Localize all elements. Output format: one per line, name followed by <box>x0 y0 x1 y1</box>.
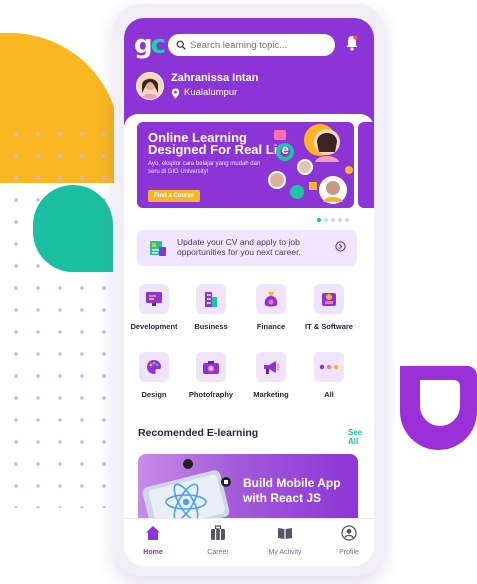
recommended-section-title: Recomended E-learning <box>138 427 259 439</box>
nav-profile[interactable]: Profile <box>324 525 374 556</box>
arrow-right-circle-icon[interactable] <box>335 241 346 252</box>
category-photography[interactable]: Photofraphy <box>181 352 241 399</box>
nav-label: Home <box>143 549 163 556</box>
user-location: Kualalumpur <box>184 87 238 98</box>
user-name: Zahranissa Intan <box>171 72 259 84</box>
search-input[interactable] <box>190 39 320 51</box>
course-title: Build Mobile App with React JS <box>243 476 341 505</box>
carousel-dot[interactable] <box>317 218 321 222</box>
carousel-dot[interactable] <box>338 218 342 222</box>
more-dots-icon <box>314 352 344 382</box>
category-label: Photofraphy <box>188 390 234 399</box>
header: gc Zahranis <box>124 18 374 128</box>
cv-update-card[interactable]: Update your CV and apply to job opportun… <box>137 230 357 266</box>
promo-banner[interactable]: Online Learning Designed For Real Life A… <box>137 122 354 208</box>
cv-document-icon <box>150 241 166 256</box>
money-bag-icon <box>256 284 286 314</box>
bottom-navigation: Home Career My Activity Profile <box>124 518 374 566</box>
home-icon <box>146 526 160 540</box>
banner-illustration <box>268 124 353 204</box>
nav-label: My Activity <box>268 549 302 556</box>
nav-career[interactable]: Career <box>193 525 243 556</box>
bell-icon[interactable] <box>346 35 358 51</box>
decor-teal-shape <box>33 185 113 272</box>
category-label: Business <box>194 322 228 331</box>
nav-label: Profile <box>339 549 359 556</box>
decor-purple-shape <box>400 366 477 450</box>
next-banner-peek[interactable] <box>358 122 374 208</box>
category-label: Marketing <box>253 390 289 399</box>
palette-icon <box>139 352 169 382</box>
category-label: IT & Software <box>305 322 353 331</box>
category-it-software[interactable]: IT & Software <box>299 284 359 331</box>
avatar[interactable] <box>136 72 164 100</box>
briefcase-icon <box>211 525 225 540</box>
search-bar[interactable] <box>168 34 335 56</box>
find-course-button[interactable]: Find a Course <box>148 190 200 202</box>
carousel-indicator <box>317 218 349 222</box>
category-marketing[interactable]: Marketing <box>241 352 301 399</box>
category-label: All <box>324 390 334 399</box>
profile-icon <box>341 525 357 541</box>
carousel-dot[interactable] <box>345 218 349 222</box>
category-business[interactable]: Business <box>181 284 241 331</box>
see-all-link[interactable]: See All <box>348 428 374 446</box>
nav-label: Career <box>207 549 229 556</box>
category-finance[interactable]: Finance <box>241 284 301 331</box>
category-label: Development <box>130 322 178 331</box>
carousel-dot[interactable] <box>324 218 328 222</box>
category-label: Design <box>141 390 167 399</box>
category-all[interactable]: All <box>299 352 359 399</box>
monitor-icon <box>139 284 169 314</box>
camera-icon <box>196 352 226 382</box>
software-icon <box>314 284 344 314</box>
nav-my-activity[interactable]: My Activity <box>260 525 310 556</box>
building-icon <box>196 284 226 314</box>
book-icon <box>278 528 292 539</box>
location-pin-icon <box>171 88 180 99</box>
megaphone-icon <box>256 352 286 382</box>
cv-update-text: Update your CV and apply to job opportun… <box>177 237 301 257</box>
nav-home[interactable]: Home <box>128 525 178 556</box>
category-label: Finance <box>256 322 286 331</box>
search-icon <box>176 40 186 50</box>
decor-dot-grid <box>0 118 112 508</box>
app-logo[interactable]: gc <box>134 30 166 60</box>
phone-frame: gc Zahranis <box>114 4 384 576</box>
category-design[interactable]: Design <box>124 352 184 399</box>
app-screen: gc Zahranis <box>124 18 374 566</box>
carousel-dot[interactable] <box>331 218 335 222</box>
user-photo <box>137 73 163 99</box>
category-development[interactable]: Development <box>124 284 184 331</box>
banner-subtitle: Ayo, eksplor cara belajar yang mudah dan… <box>148 161 261 175</box>
